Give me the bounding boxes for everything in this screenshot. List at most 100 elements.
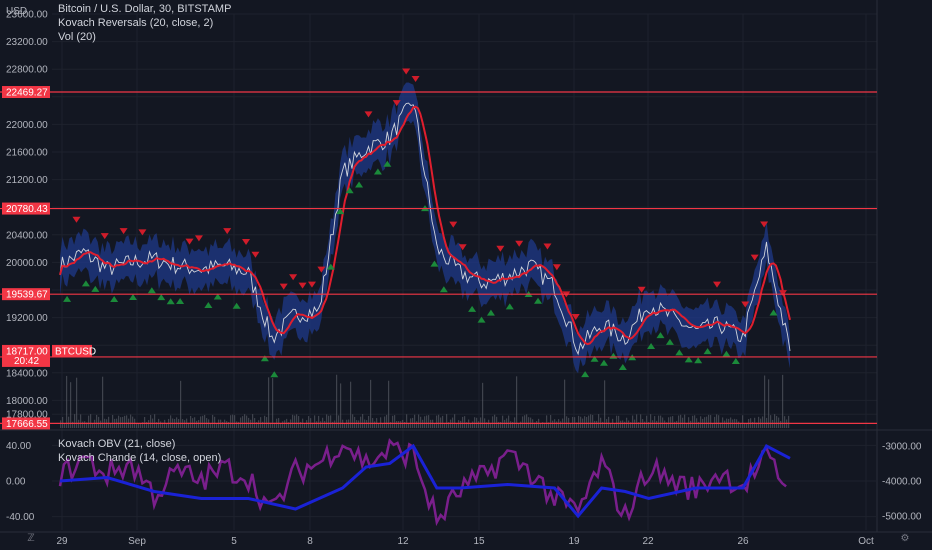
- volume-bar: [658, 415, 660, 428]
- volume-bar: [664, 420, 666, 428]
- volume-bar: [458, 420, 460, 428]
- down-marker: [750, 254, 759, 261]
- legend-kovach-chande[interactable]: Kovach Chande (14, close, open): [58, 451, 221, 465]
- volume-bar: [108, 416, 110, 428]
- last-price-countdown: 20:42: [14, 356, 39, 367]
- volume-bar: [394, 415, 396, 428]
- volume-bar: [272, 378, 274, 428]
- currency-label: USD: [6, 6, 28, 17]
- legend-kovach-reversals[interactable]: Kovach Reversals (20, close, 2): [58, 16, 231, 30]
- time-axis[interactable]: 29 Sep 5 8 12 15 19 22 26 Oct: [0, 531, 932, 547]
- volume-bar: [428, 415, 430, 428]
- volume-bar: [282, 421, 284, 428]
- volume-bar: [98, 416, 100, 428]
- time-tick-label: 19: [568, 536, 580, 547]
- volume-bar: [160, 421, 162, 428]
- volume-bar: [668, 417, 670, 428]
- volume-bar: [472, 421, 474, 428]
- volume-bar: [314, 415, 316, 428]
- volume-bar: [570, 423, 572, 428]
- volume-bar: [388, 380, 390, 428]
- volume-bar: [318, 415, 320, 428]
- volume-bar: [110, 423, 112, 428]
- volume-bar: [350, 381, 352, 428]
- volume-bar: [566, 416, 568, 428]
- volume-bar: [692, 415, 694, 428]
- volume-bar: [474, 417, 476, 428]
- volume-bar: [596, 420, 598, 428]
- price-tick-label: 18400.00: [6, 368, 48, 379]
- volume-bar: [678, 415, 680, 428]
- down-marker: [72, 216, 81, 223]
- down-marker: [289, 274, 298, 281]
- oscillator-left-tick: -40.00: [6, 512, 35, 523]
- volume-bar: [362, 414, 364, 428]
- up-marker: [486, 309, 495, 316]
- volume-bar: [546, 415, 548, 428]
- up-marker: [176, 297, 185, 304]
- volume-bar: [614, 423, 616, 428]
- volume-bar: [684, 414, 686, 428]
- legend-kovach-obv[interactable]: Kovach OBV (21, close): [58, 437, 221, 451]
- volume-bar: [674, 421, 676, 428]
- volume-bar: [356, 420, 358, 428]
- kovach-band: [60, 82, 790, 374]
- volume-bar: [374, 421, 376, 428]
- volume-bar: [586, 416, 588, 428]
- volume-bar: [550, 415, 552, 428]
- volume-bar: [584, 416, 586, 428]
- legend-volume[interactable]: Vol (20): [58, 30, 231, 44]
- volume-bar: [746, 423, 748, 428]
- volume-bar: [594, 420, 596, 428]
- volume-bar: [330, 415, 332, 428]
- volume-bar: [82, 421, 84, 428]
- volume-bar: [590, 414, 592, 428]
- oscillator-left-tick: 0.00: [6, 477, 26, 488]
- volume-bar: [154, 414, 156, 428]
- volume-bar: [400, 421, 402, 428]
- volume-bar: [132, 416, 134, 428]
- z-logo-icon[interactable]: ℤ: [24, 532, 38, 546]
- symbol-title[interactable]: Bitcoin / U.S. Dollar, 30, BITSTAMP: [58, 2, 231, 16]
- level-label: 19539.67: [6, 290, 48, 301]
- down-marker: [449, 221, 458, 228]
- down-marker: [298, 282, 307, 289]
- price-chart[interactable]: 22469.2720780.4319539.6718629.5417666.55…: [0, 0, 932, 550]
- level-label: 22469.27: [6, 88, 48, 99]
- up-marker: [675, 349, 684, 356]
- volume-bar: [782, 374, 784, 428]
- volume-bar: [454, 414, 456, 428]
- volume-bar: [138, 423, 140, 428]
- volume-bar: [62, 416, 64, 428]
- volume-bar: [588, 415, 590, 428]
- volume-bar: [434, 423, 436, 428]
- down-marker: [411, 76, 420, 83]
- volume-bar: [764, 375, 766, 428]
- down-marker: [713, 281, 721, 288]
- settings-gear-icon[interactable]: ⚙: [898, 532, 912, 546]
- up-marker: [260, 355, 269, 362]
- volume-bar: [236, 421, 238, 428]
- volume-bar: [478, 421, 480, 428]
- volume-bar: [298, 416, 300, 428]
- volume-bar: [398, 421, 400, 428]
- up-marker: [439, 286, 448, 293]
- volume-bar: [414, 414, 416, 428]
- up-marker: [129, 293, 137, 300]
- volume-bar: [524, 415, 526, 428]
- up-marker: [703, 348, 712, 355]
- volume-bar: [320, 421, 322, 428]
- volume-bar: [502, 415, 504, 428]
- volume-bar: [406, 414, 408, 428]
- volume-bar: [76, 377, 78, 428]
- volume-bar: [260, 417, 262, 428]
- volume-bar: [68, 416, 70, 428]
- volume-bar: [610, 423, 612, 428]
- up-marker: [694, 357, 703, 364]
- volume-bar: [660, 415, 662, 428]
- volume-bar: [704, 417, 706, 428]
- volume-bar: [184, 420, 186, 428]
- down-marker: [185, 238, 194, 245]
- volume-bar: [694, 415, 696, 428]
- volume-bar: [646, 415, 648, 428]
